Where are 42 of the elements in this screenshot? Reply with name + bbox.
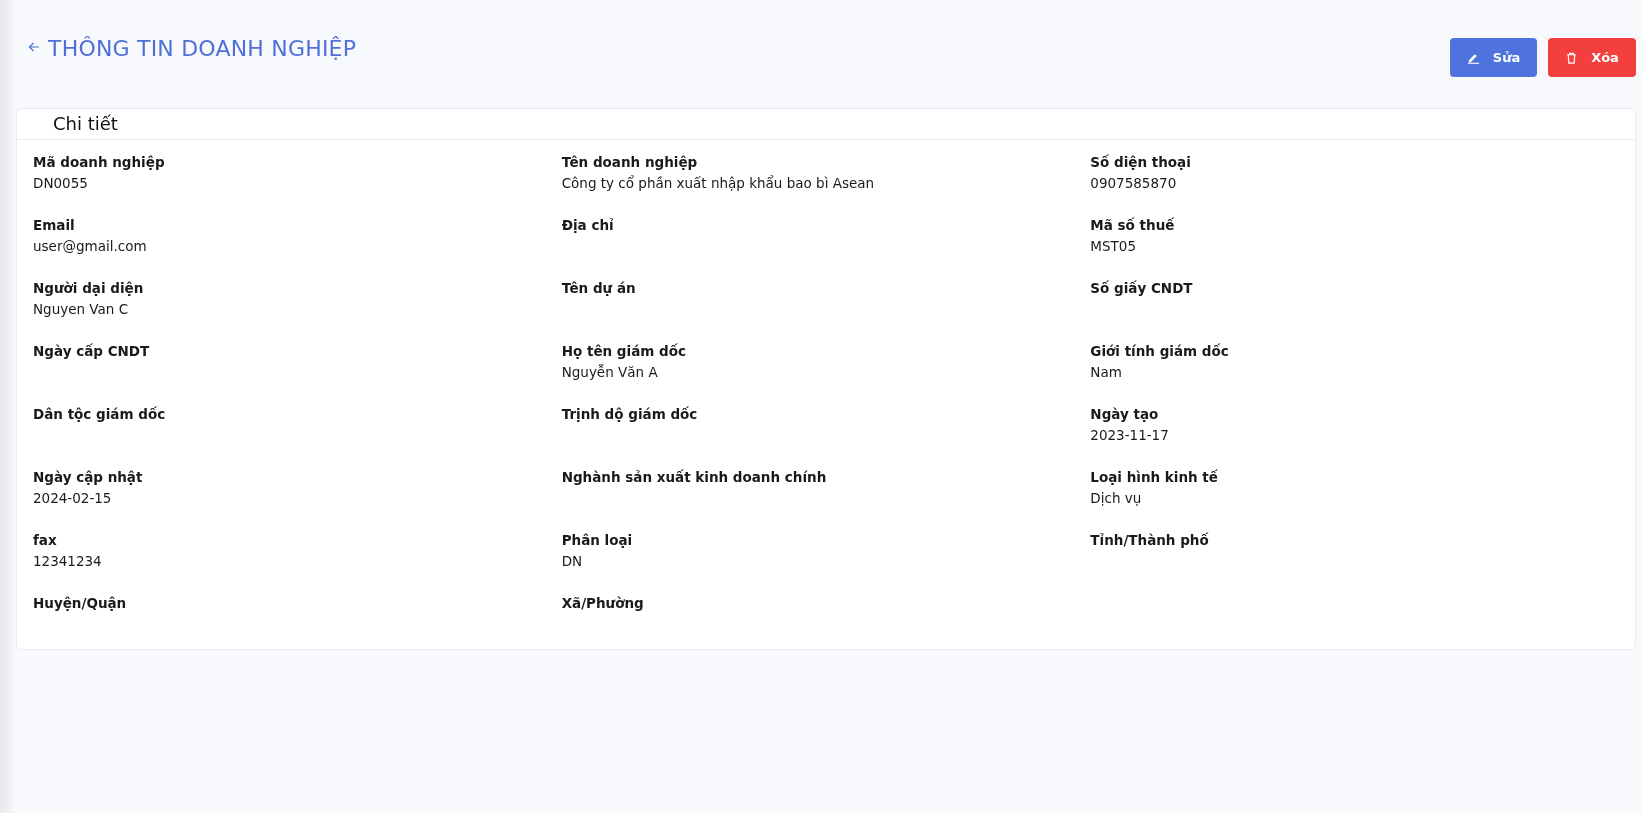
- field-label: Dân tộc giám dốc: [33, 406, 167, 422]
- field-label: Mã doanh nghiệp: [33, 154, 166, 170]
- trash-icon: [1565, 50, 1579, 65]
- field-label: Giới tính giám dốc: [1090, 343, 1230, 359]
- field-label: Loại hình kinh tế: [1090, 469, 1219, 485]
- field-label: Ngày tạo: [1090, 406, 1160, 422]
- field-label: Địa chỉ: [561, 217, 615, 233]
- field-label: Email: [33, 217, 76, 233]
- edit-button[interactable]: Sửa: [1450, 38, 1537, 77]
- field-value: DN: [561, 553, 584, 569]
- field-value: Nam: [1090, 364, 1123, 380]
- field-label: Ngày cập nhật: [33, 469, 144, 485]
- back-arrow-icon[interactable]: [28, 41, 40, 53]
- field-label: Số diện thoại: [1090, 154, 1192, 170]
- field-value: Nguyen Van C: [33, 301, 130, 317]
- card-title: Chi tiết: [53, 113, 118, 134]
- field-value: DN0055: [33, 175, 89, 191]
- field-value: Nguyễn Văn A: [561, 364, 659, 380]
- field-label: Nghành sản xuất kinh doanh chính: [561, 469, 828, 485]
- field-label: Ngày cấp CNDT: [33, 343, 151, 359]
- field-label: Tên dự án: [561, 280, 637, 296]
- field-value: Dịch vụ: [1090, 490, 1143, 506]
- field-label: fax: [33, 532, 58, 548]
- field-value: Công ty cổ phần xuất nhập khẩu bao bì Asean: [561, 175, 876, 191]
- field-label: Người dại diện: [33, 280, 145, 296]
- field-value: MST05: [1090, 238, 1137, 254]
- field-label: Tên doanh nghiệp: [561, 154, 699, 170]
- page-title: THÔNG TIN DOANH NGHIỆP: [48, 36, 357, 61]
- delete-button[interactable]: Xóa: [1548, 38, 1636, 77]
- field-value: 0907585870: [1090, 175, 1178, 191]
- field-label: Họ tên giám dốc: [561, 343, 687, 359]
- field-label: Mã số thuế: [1090, 217, 1176, 233]
- field-value: user@gmail.com: [33, 238, 148, 254]
- field-label: Trịnh dộ giám dốc: [561, 406, 699, 422]
- field-value: 12341234: [33, 553, 103, 569]
- field-value: 2024-02-15: [33, 490, 113, 506]
- field-label: Số giấy CNDT: [1090, 280, 1194, 296]
- field-label: Xã/Phường: [561, 595, 645, 611]
- field-label: Huyện/Quận: [33, 595, 128, 611]
- field-value: 2023-11-17: [1090, 427, 1170, 443]
- field-label: Phân loại: [561, 532, 634, 548]
- field-label: Tỉnh/Thành phố: [1090, 532, 1210, 548]
